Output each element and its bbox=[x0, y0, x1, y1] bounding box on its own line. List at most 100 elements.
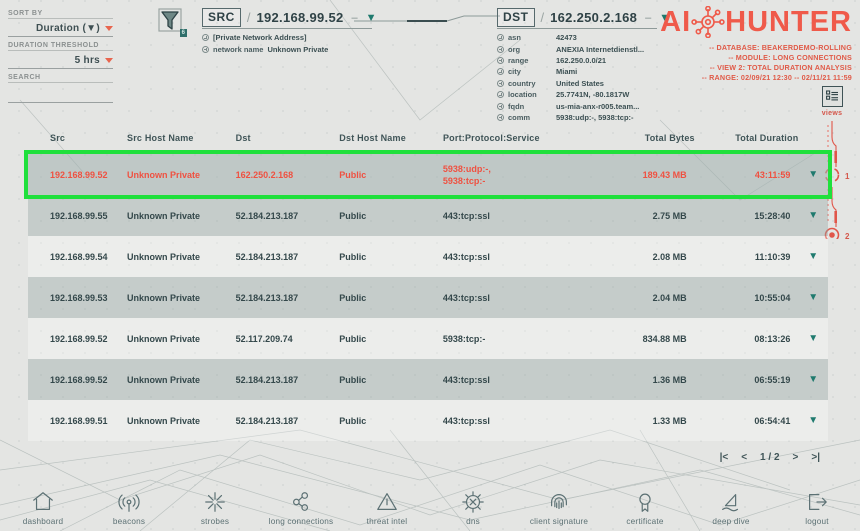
nav-item-deep-dive[interactable]: deep dive bbox=[688, 490, 774, 526]
expand-icon[interactable] bbox=[497, 56, 504, 64]
src-divider bbox=[202, 28, 372, 29]
logo-text-right: HUNTER bbox=[725, 5, 852, 38]
table-row[interactable]: 192.168.99.52 Unknown Private 162.250.2.16… bbox=[24, 150, 832, 199]
column-header-dst-host: Dst Host Name bbox=[339, 133, 406, 143]
cell-src-host: Unknown Private bbox=[126, 169, 200, 180]
nav-item-label: logout bbox=[805, 517, 829, 526]
network-hub-icon bbox=[691, 6, 725, 38]
nav-item-label: beacons bbox=[112, 517, 146, 526]
list-item[interactable]: fqdn us-mia-anx-r005.team... bbox=[497, 100, 657, 111]
dst-header[interactable]: DST / 162.250.2.168 – ▼ bbox=[497, 8, 670, 27]
table-row[interactable]: 192.168.99.51 Unknown Private 52.184.213.1… bbox=[28, 400, 828, 441]
nav-item-strobes[interactable]: strobes bbox=[172, 490, 258, 526]
nav-item-long-connections[interactable]: long connections bbox=[258, 490, 344, 526]
cell-total-duration: 10:55:04 bbox=[754, 292, 791, 303]
dst-attr-value: ANEXIA Internetdienstl... bbox=[556, 44, 645, 54]
nav-item-dashboard[interactable]: dashboard bbox=[0, 490, 86, 526]
dst-slash: / bbox=[540, 10, 545, 25]
chevron-down-icon[interactable] bbox=[105, 57, 113, 63]
nav-item-dns[interactable]: dns bbox=[430, 490, 516, 526]
svg-text:2: 2 bbox=[845, 232, 850, 239]
column-header-total-duration: Total Duration bbox=[735, 133, 799, 143]
expand-icon[interactable] bbox=[497, 113, 504, 121]
home-icon bbox=[31, 490, 55, 514]
table-row[interactable]: 192.168.99.55 Unknown Private 52.184.213.1… bbox=[28, 195, 828, 236]
views-list-icon[interactable] bbox=[821, 86, 843, 107]
list-item[interactable]: city Miami bbox=[497, 66, 657, 77]
src-tag: SRC bbox=[202, 8, 241, 27]
list-item[interactable]: [Private Network Address] bbox=[202, 32, 372, 43]
column-header-src-host: Src Host Name bbox=[127, 133, 194, 143]
expand-icon[interactable] bbox=[497, 45, 504, 53]
duration-threshold-value: 5 hrs bbox=[74, 54, 100, 66]
list-item[interactable]: network name Unknown Private bbox=[202, 43, 372, 54]
svg-text:1: 1 bbox=[845, 172, 850, 181]
expand-icon[interactable] bbox=[497, 79, 504, 87]
list-item[interactable]: org ANEXIA Internetdienstl... bbox=[497, 43, 657, 54]
expand-icon[interactable] bbox=[202, 34, 209, 42]
table-header-row: Src Src Host Name Dst Dst Host Name Port… bbox=[28, 122, 828, 154]
list-item[interactable]: asn 42473 bbox=[497, 32, 657, 43]
nav-item-label: client signature bbox=[529, 517, 589, 526]
shark-fin-icon bbox=[719, 490, 743, 514]
pagination: |< < 1 / 2 > >| bbox=[720, 452, 820, 463]
nav-item-label: strobes bbox=[200, 517, 230, 526]
column-header-dst: Dst bbox=[235, 133, 251, 143]
row-filter-icon[interactable]: ▼ bbox=[808, 292, 818, 303]
session-metadata: -- DATABASE: BEAKERDEMO-ROLLING -- MODUL… bbox=[660, 43, 852, 83]
sort-by-dropdown[interactable]: Duration (▼) bbox=[8, 20, 113, 37]
brand-logo: AI HUNTER -- DATABASE: BEAKERDEMO-ROLLIN… bbox=[660, 6, 852, 83]
cell-service: 443:tcp:ssl bbox=[442, 415, 490, 426]
cell-service: 5938:udp:-, 5938:tcp:- bbox=[442, 163, 491, 186]
row-filter-icon[interactable]: ▼ bbox=[808, 374, 818, 385]
dst-attr-value: 42473 bbox=[556, 33, 577, 43]
dst-ip: 162.250.2.168 bbox=[550, 10, 638, 25]
expand-icon[interactable] bbox=[497, 91, 504, 99]
expand-icon[interactable] bbox=[202, 45, 209, 53]
expand-icon[interactable] bbox=[497, 102, 504, 110]
list-item[interactable]: country United States bbox=[497, 78, 657, 89]
cell-service: 5938:tcp:- bbox=[442, 333, 486, 344]
table-row[interactable]: 192.168.99.53 Unknown Private 52.184.213.1… bbox=[28, 277, 828, 318]
list-item[interactable]: location 25.7741N, -80.1817W bbox=[497, 89, 657, 100]
pagination-last[interactable]: >| bbox=[811, 452, 820, 463]
search-input[interactable] bbox=[8, 83, 113, 103]
pagination-prev[interactable]: < bbox=[741, 452, 747, 463]
list-item[interactable]: range 162.250.0.0/21 bbox=[497, 55, 657, 66]
row-filter-icon[interactable]: ▼ bbox=[808, 415, 818, 426]
src-attr-value: Unknown Private bbox=[267, 44, 329, 54]
cell-src: 192.168.99.53 bbox=[50, 292, 108, 303]
row-filter-icon[interactable]: ▼ bbox=[808, 333, 818, 344]
table-row[interactable]: 192.168.99.54 Unknown Private 52.184.213.1… bbox=[28, 236, 828, 277]
pagination-first[interactable]: |< bbox=[720, 452, 729, 463]
expand-icon[interactable] bbox=[497, 34, 504, 42]
cell-dst-host: Public bbox=[339, 210, 367, 221]
cell-dst: 52.117.209.74 bbox=[235, 333, 293, 344]
duration-threshold-control[interactable]: DURATION THRESHOLD 5 hrs bbox=[8, 42, 113, 69]
row-filter-icon[interactable]: ▼ bbox=[808, 210, 818, 221]
duration-threshold-dropdown[interactable]: 5 hrs bbox=[8, 52, 113, 69]
sort-by-control[interactable]: SORT BY Duration (▼) bbox=[8, 10, 113, 37]
src-header[interactable]: SRC / 192.168.99.52 – ▼ bbox=[202, 8, 377, 27]
cell-dst-host: Public bbox=[339, 169, 367, 180]
table-row[interactable]: 192.168.99.52 Unknown Private 52.117.209.7… bbox=[28, 318, 828, 359]
filter-funnel-button[interactable]: 6 bbox=[158, 8, 187, 37]
pagination-next[interactable]: > bbox=[793, 452, 799, 463]
cell-total-bytes: 2.75 MB bbox=[652, 210, 687, 221]
row-filter-icon[interactable]: ▼ bbox=[808, 251, 818, 262]
cell-service: 443:tcp:ssl bbox=[442, 210, 490, 221]
chevron-down-icon[interactable] bbox=[105, 25, 113, 31]
table-row[interactable]: 192.168.99.52 Unknown Private 52.184.213.1… bbox=[28, 359, 828, 400]
src-dst-connector bbox=[354, 15, 500, 22]
nav-item-beacons[interactable]: beacons bbox=[86, 490, 172, 526]
nav-item-client-signature[interactable]: client signature bbox=[516, 490, 602, 526]
nav-item-logout[interactable]: logout bbox=[774, 490, 860, 526]
cell-dst: 162.250.2.168 bbox=[235, 169, 294, 180]
nav-item-certificate[interactable]: certificate bbox=[602, 490, 688, 526]
bottom-navigation: dashboard beacons strobes long connections t… bbox=[0, 485, 860, 531]
row-filter-icon[interactable]: ▼ bbox=[808, 169, 818, 180]
expand-icon[interactable] bbox=[497, 68, 504, 76]
search-control[interactable]: SEARCH bbox=[8, 74, 113, 103]
nav-item-threat-intel[interactable]: threat intel bbox=[344, 490, 430, 526]
dst-attr-key: org bbox=[508, 44, 521, 54]
